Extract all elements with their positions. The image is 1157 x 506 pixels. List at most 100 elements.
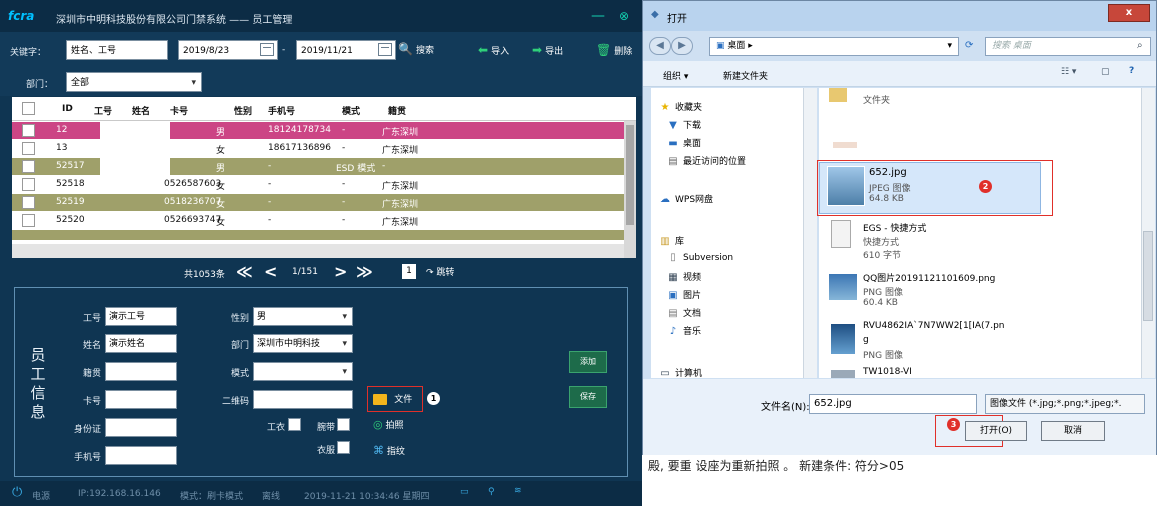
last-page-button[interactable]: ≫ [356, 262, 373, 281]
nav-subversion[interactable]: ▯ Subversion [667, 252, 733, 263]
col-card[interactable]: 卡号 [170, 104, 188, 117]
scroll-thumb[interactable] [1143, 231, 1153, 321]
table-row[interactable]: 12 男 18124178734 - 广东深圳 [12, 122, 624, 139]
gender-select[interactable]: 男 [253, 307, 353, 327]
keyword-input[interactable]: 姓名、工号 [66, 40, 168, 60]
chevron-down-icon[interactable]: ▾ [947, 38, 952, 55]
clothes-checkbox[interactable] [337, 441, 350, 454]
jump-page-input[interactable]: 1 [402, 264, 416, 279]
nav-desktop[interactable]: ▬ 桌面 [667, 136, 701, 149]
add-button[interactable]: 添加 [569, 351, 607, 373]
table-row[interactable] [12, 230, 624, 240]
nav-pictures[interactable]: ▣ 图片 [667, 288, 701, 301]
origin-input[interactable] [105, 362, 177, 381]
col-id[interactable]: ID [62, 104, 73, 114]
vertical-scrollbar[interactable] [624, 121, 636, 258]
row-checkbox[interactable] [22, 214, 35, 227]
forward-button[interactable]: ▶ [671, 37, 693, 55]
search-button[interactable]: 🔍 搜索 [398, 42, 434, 56]
file-name[interactable]: EGS - 快捷方式 [863, 221, 926, 234]
import-button[interactable]: ⬅ 导入 [478, 43, 509, 57]
row-checkbox[interactable] [22, 196, 35, 209]
col-name[interactable]: 姓名 [132, 104, 150, 117]
fingerprint-button[interactable]: ⌘ 指纹 [373, 444, 405, 457]
scroll-thumb[interactable] [626, 125, 634, 225]
nav-video[interactable]: ▦ 视频 [667, 270, 701, 283]
file-list-scrollbar[interactable] [1141, 88, 1155, 378]
minimize-icon[interactable]: — [588, 6, 608, 26]
nav-recent[interactable]: ▤ 最近访问的位置 [667, 154, 746, 167]
dialog-close-button[interactable]: x [1108, 4, 1150, 22]
prev-page-button[interactable]: < [264, 262, 277, 281]
card-input[interactable] [105, 390, 177, 409]
nav-computer[interactable]: ▭ 计算机 [659, 366, 702, 379]
power-icon[interactable]: ⏻ [12, 485, 22, 500]
col-emp-no[interactable]: 工号 [94, 104, 112, 117]
file-name[interactable]: QQ图片20191121101609.png [863, 271, 995, 284]
close-icon[interactable]: ⊗ [614, 6, 634, 26]
nav-music[interactable]: ♪ 音乐 [667, 324, 701, 337]
calendar-icon[interactable] [260, 43, 274, 56]
table-row[interactable]: 13 女 18617136896 - 广东深圳 [12, 140, 624, 157]
refresh-icon[interactable]: ⟳ [965, 40, 973, 51]
file-name[interactable]: TW1018-VI [863, 367, 912, 377]
save-button[interactable]: 保存 [569, 386, 607, 408]
address-field[interactable]: ▣ 桌面 ▸ ▾ [709, 37, 959, 56]
mode-select[interactable] [253, 362, 353, 382]
horizontal-scrollbar[interactable] [12, 244, 624, 258]
row-checkbox[interactable] [22, 142, 35, 155]
panel-title-char: 息 [30, 403, 46, 421]
photo-button[interactable]: ◎ 拍照 [373, 418, 404, 431]
filename-input[interactable]: 652.jpg ▾ [809, 394, 990, 414]
file-name[interactable]: 文件夹 [863, 93, 890, 106]
nav-favorites[interactable]: ★ 收藏夹 [659, 100, 703, 113]
nav-scrollbar[interactable] [803, 88, 817, 378]
file-type-select[interactable]: 图像文件 (*.jpg;*.png;*.jpeg;*. [985, 394, 1145, 414]
id-card-input[interactable] [105, 418, 177, 437]
nav-downloads[interactable]: ▼ 下载 [667, 118, 701, 131]
col-origin[interactable]: 籍贯 [388, 104, 406, 117]
next-page-button[interactable]: > [334, 262, 347, 281]
table-row[interactable]: 52519 0518236707 女 - - 广东深圳 [12, 194, 624, 211]
select-all-checkbox[interactable] [22, 102, 35, 115]
search-input[interactable]: 搜索 桌面 [985, 37, 1151, 56]
phone-input[interactable] [105, 446, 177, 465]
search-icon[interactable]: ⌕ [1137, 40, 1143, 51]
jump-button[interactable]: ↷ 跳转 [426, 265, 454, 278]
table-row[interactable]: 52518 0526587603 女 - - 广东深圳 [12, 176, 624, 193]
table-row[interactable]: 52517 男 - ESD 模式 - [12, 158, 624, 175]
name-input[interactable]: 演示姓名 [105, 334, 177, 353]
row-checkbox[interactable] [22, 178, 35, 191]
nav-documents[interactable]: ▤ 文档 [667, 306, 701, 319]
col-gender[interactable]: 性别 [234, 104, 252, 117]
first-page-button[interactable]: ≪ [236, 262, 253, 281]
new-folder-button[interactable]: 新建文件夹 [723, 69, 768, 82]
col-mode[interactable]: 模式 [342, 104, 360, 117]
table-row[interactable]: 52520 0526693747 女 - - 广东深圳 [12, 212, 624, 229]
wristband-checkbox[interactable] [337, 418, 350, 431]
back-button[interactable]: ◀ [649, 37, 671, 55]
organize-menu[interactable]: 组织 ▾ [663, 69, 688, 82]
file-button[interactable]: 文件 [373, 392, 412, 405]
panel-title-char: 工 [30, 365, 46, 383]
dialog-app-icon: ◆ [651, 9, 659, 20]
row-checkbox[interactable] [22, 160, 35, 173]
view-options-icon[interactable]: ☷ ▾ [1061, 67, 1076, 77]
preview-pane-icon[interactable]: ▢ [1101, 67, 1110, 77]
row-checkbox[interactable] [22, 124, 35, 137]
nav-wps[interactable]: ☁ WPS网盘 [659, 192, 713, 205]
file-name[interactable]: RVU4862IA`7N7WW2[1[IA(7.pn [863, 321, 1005, 331]
open-button[interactable]: 打开(O) [965, 421, 1027, 441]
delete-button[interactable]: 🗑 删除 [596, 43, 632, 57]
dept-select[interactable]: 深圳市中明科技 [253, 334, 353, 354]
calendar-icon[interactable] [378, 43, 392, 56]
col-phone[interactable]: 手机号 [268, 104, 295, 117]
cancel-button[interactable]: 取消 [1041, 421, 1105, 441]
department-select[interactable]: 全部 [66, 72, 202, 93]
help-icon[interactable]: ? [1129, 66, 1134, 76]
nav-libraries[interactable]: ▥ 库 [659, 234, 684, 247]
workwear-checkbox[interactable] [288, 418, 301, 431]
emp-no-input[interactable]: 演示工号 [105, 307, 177, 326]
qr-input[interactable] [253, 390, 353, 409]
export-button[interactable]: ➡ 导出 [532, 43, 563, 57]
